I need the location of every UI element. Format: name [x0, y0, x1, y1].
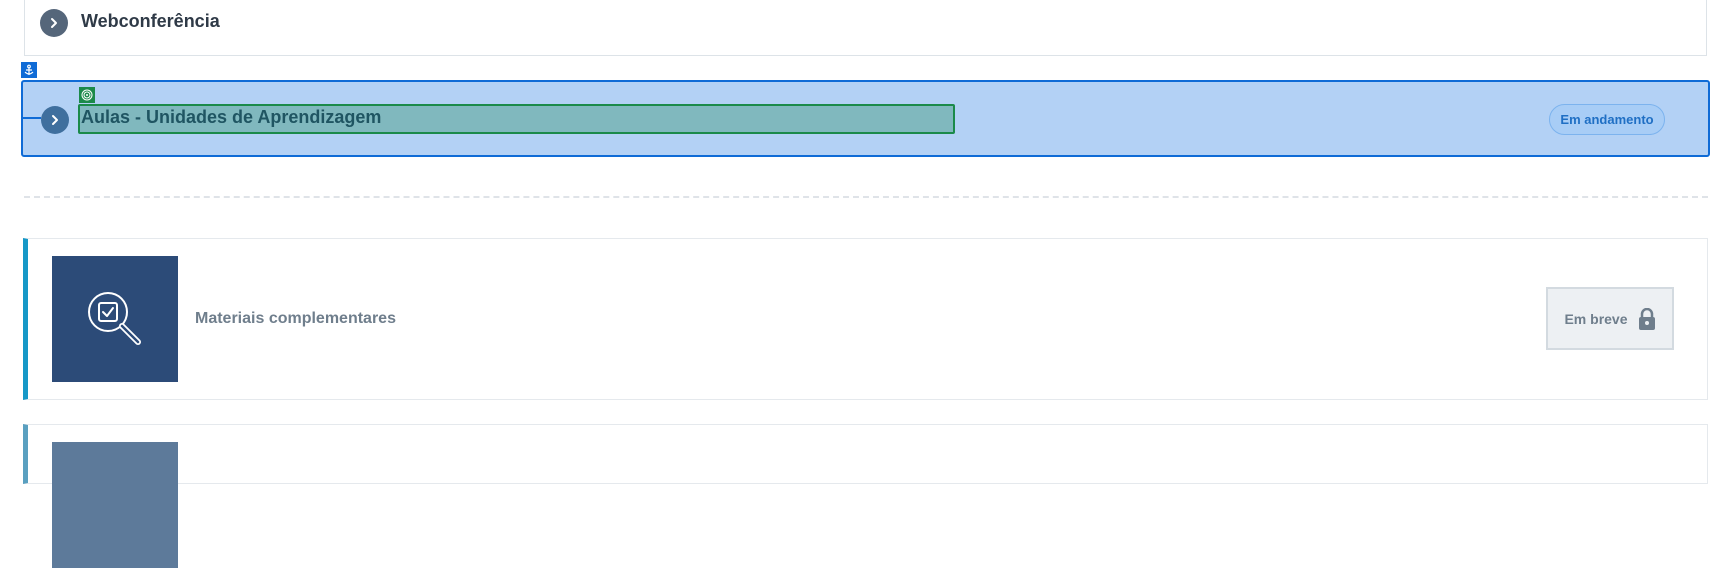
section-webconferencia[interactable] — [24, 0, 1707, 56]
expand-chevron-icon[interactable] — [40, 9, 68, 37]
dashed-divider — [24, 196, 1708, 198]
anchor-connector — [21, 117, 41, 119]
locked-button[interactable]: Em breve — [1546, 287, 1674, 350]
status-badge: Em andamento — [1549, 104, 1665, 135]
target-icon — [79, 87, 95, 103]
activity-thumbnail — [52, 256, 178, 382]
search-check-icon — [88, 292, 141, 345]
section-title[interactable]: Webconferência — [81, 11, 220, 32]
anchor-icon — [21, 62, 37, 78]
locked-button-label: Em breve — [1564, 310, 1628, 327]
expand-chevron-icon[interactable] — [41, 106, 69, 134]
activity-card[interactable]: Materiais complementares Em breve — [23, 238, 1708, 400]
lock-icon — [1638, 307, 1655, 330]
section-title[interactable]: Aulas - Unidades de Aprendizagem — [81, 107, 381, 128]
activity-card[interactable] — [23, 424, 1708, 568]
activity-thumbnail — [52, 442, 178, 568]
activity-title[interactable]: Materiais complementares — [195, 310, 396, 328]
